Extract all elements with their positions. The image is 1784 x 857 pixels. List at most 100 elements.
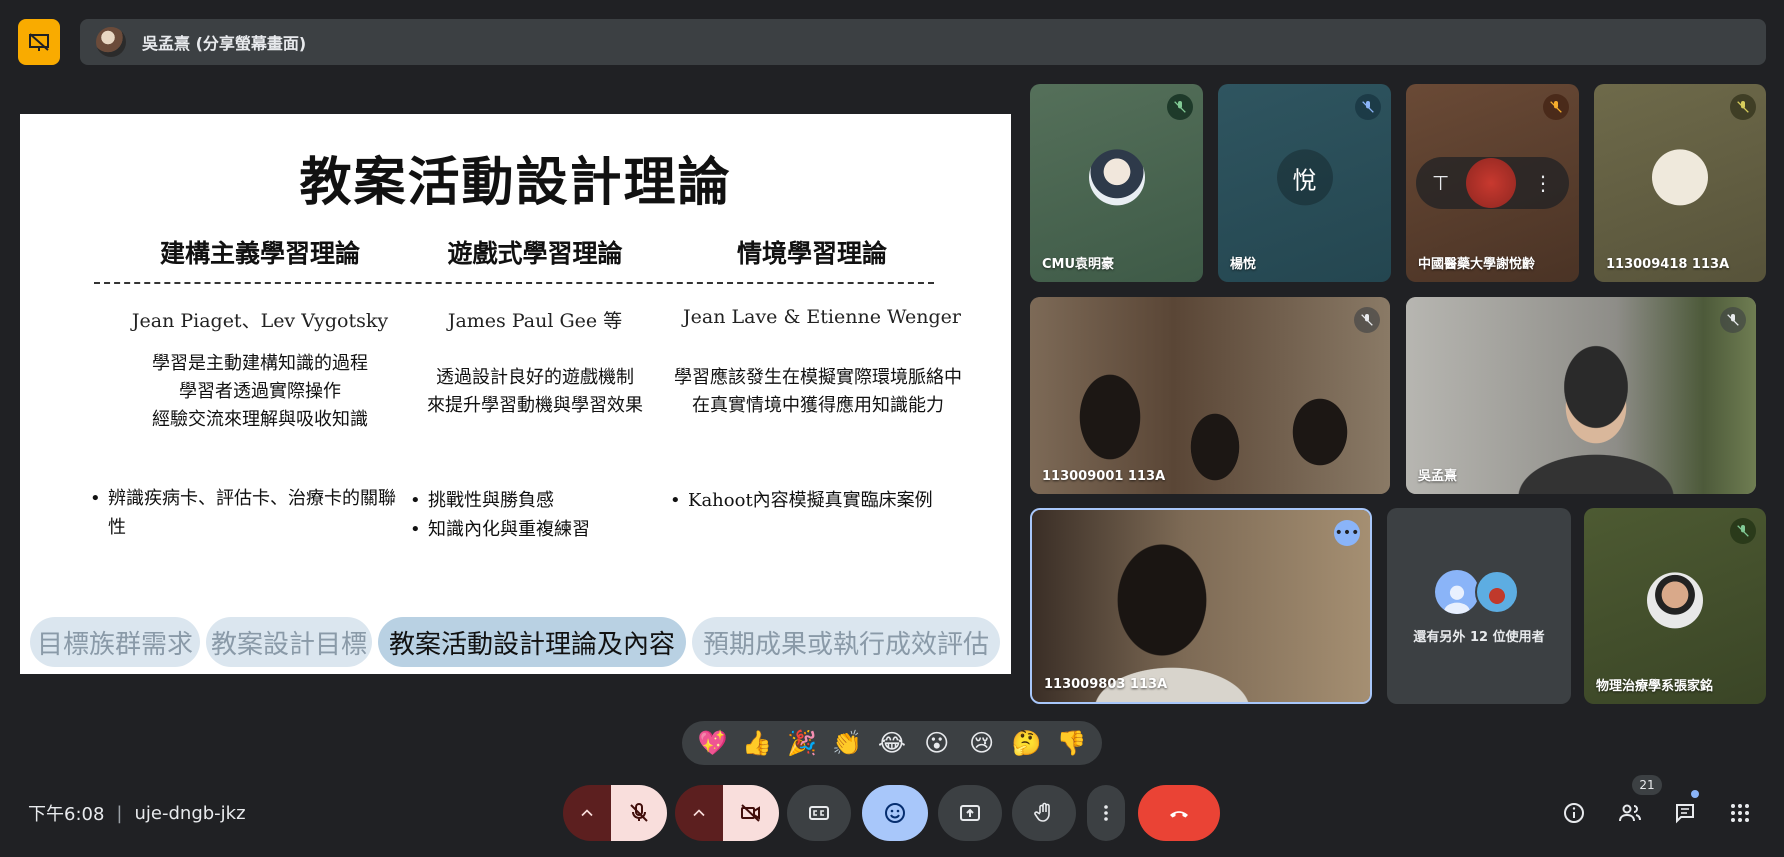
- mic-off-icon: [1730, 94, 1756, 120]
- chevron-up-icon[interactable]: [675, 785, 723, 841]
- participant-tile[interactable]: CMU袁明豪: [1030, 84, 1203, 282]
- reaction-clap[interactable]: 👏: [829, 729, 865, 757]
- bullets-situated-learning: Kahoot內容模擬真實臨床案例: [670, 486, 990, 515]
- camera-off-button[interactable]: [723, 785, 779, 841]
- list-item: Kahoot內容模擬真實臨床案例: [670, 486, 990, 515]
- chat-notification-dot: [1691, 790, 1699, 798]
- raise-hand-icon: [1034, 802, 1050, 822]
- shared-slide: 教案活動設計理論 建構主義學習理論 遊戲式學習理論 情境學習理論 Jean Pi…: [20, 114, 1011, 674]
- reaction-party[interactable]: 🎉: [784, 729, 820, 757]
- mic-off-button[interactable]: [611, 785, 667, 841]
- participant-name: 中國醫藥大學謝悅齡: [1418, 257, 1536, 272]
- pin-icon[interactable]: ⊤: [1432, 171, 1449, 195]
- meeting-details-button[interactable]: [1558, 797, 1590, 829]
- mic-off-icon: [630, 802, 648, 822]
- column-heading-constructivism: 建構主義學習理論: [159, 239, 360, 268]
- captions-button[interactable]: [787, 785, 851, 841]
- videocam-off-icon: [741, 804, 760, 822]
- mic-control: [563, 785, 667, 841]
- participant-name: 物理治療學系張家銘: [1596, 679, 1714, 694]
- mic-off-icon: [1355, 94, 1381, 120]
- desc-constructivism: 學習是主動建構知識的過程 學習者透過實際操作 經驗交流來理解與吸收知識: [152, 353, 368, 430]
- avatar: [1647, 572, 1703, 629]
- authors-game-learning: James Paul Gee 等: [447, 310, 623, 332]
- slide-section-nav: 目標族群需求 教案設計目標 教案活動設計理論及內容 預期成果或執行成效評估: [30, 617, 1000, 667]
- participant-count-badge: 21: [1632, 775, 1662, 795]
- chat-button[interactable]: [1669, 797, 1701, 829]
- leave-call-button[interactable]: [1138, 785, 1220, 841]
- presentation-off-icon[interactable]: [18, 19, 60, 65]
- more-options-button[interactable]: [1087, 785, 1125, 841]
- authors-situated-learning: Jean Lave & Etienne Wenger: [683, 306, 961, 328]
- chat-icon: [1676, 804, 1694, 824]
- more-vert-icon: [1104, 805, 1108, 821]
- reaction-surprised[interactable]: 😮: [919, 729, 955, 757]
- presenter-label: 吳孟熹 (分享螢幕畫面): [142, 34, 307, 53]
- reaction-laugh[interactable]: 😂: [874, 729, 910, 757]
- participant-tile[interactable]: 吳孟熹: [1406, 297, 1756, 494]
- section-pill-active: 教案活動設計理論及內容: [378, 617, 686, 667]
- list-item: 辨識疾病卡、評估卡、治療卡的關聯性: [90, 484, 400, 542]
- participant-tile[interactable]: 113009418 113A: [1594, 84, 1766, 282]
- camera-feed: [1032, 510, 1370, 702]
- reaction-heart[interactable]: 💖: [694, 729, 730, 757]
- avatar: [1466, 158, 1517, 208]
- participant-name: 吳孟熹: [1418, 469, 1458, 484]
- more-horiz-icon[interactable]: •••: [1334, 520, 1360, 546]
- reaction-thumbs-down[interactable]: 👎: [1053, 729, 1089, 757]
- divider: [94, 282, 934, 284]
- column-heading-situated-learning: 情境學習理論: [736, 239, 887, 268]
- people-button[interactable]: [1614, 797, 1646, 829]
- avatar: [1475, 570, 1519, 614]
- meeting-info: 下午6:08 | uje-dngb-jkz: [28, 800, 246, 826]
- activities-button[interactable]: [1724, 797, 1756, 829]
- participant-tile[interactable]: 物理治療學系張家銘: [1584, 508, 1766, 704]
- authors-constructivism: Jean Piaget、Lev Vygotsky: [131, 310, 389, 332]
- call-end-icon: [1170, 811, 1188, 818]
- chevron-up-icon[interactable]: [563, 785, 611, 841]
- others-tile[interactable]: 還有另外 12 位使用者: [1387, 508, 1571, 704]
- avatar: 悅: [1276, 149, 1333, 206]
- emoji-button[interactable]: [862, 785, 928, 841]
- participant-name: 楊悅: [1230, 257, 1257, 272]
- others-label: 還有另外 12 位使用者: [1413, 630, 1545, 645]
- mic-off-icon: [1167, 94, 1193, 120]
- participant-name: 113009803 113A: [1044, 677, 1168, 692]
- bullets-constructivism: 辨識疾病卡、評估卡、治療卡的關聯性: [90, 484, 400, 542]
- desc-situated-learning: 學習應該發生在模擬實際環境脈絡中 在真實情境中獲得應用知識能力: [674, 367, 962, 416]
- reaction-cry[interactable]: 😢: [964, 729, 1000, 757]
- raise-hand-button[interactable]: [1012, 785, 1076, 841]
- participant-name: 113009418 113A: [1606, 257, 1730, 272]
- presenter-avatar: [96, 27, 126, 57]
- mic-off-icon: [1730, 518, 1756, 544]
- bullets-game-learning: 挑戰性與勝負感 知識內化與重複練習: [410, 486, 670, 544]
- info-icon: [1564, 803, 1584, 823]
- reaction-thumbs-up[interactable]: 👍: [739, 729, 775, 757]
- avatar: [1652, 149, 1708, 206]
- column-heading-game-learning: 遊戲式學習理論: [447, 239, 623, 268]
- section-pill: 預期成果或執行成效評估: [692, 617, 1000, 667]
- section-pill: 目標族群需求: [30, 617, 200, 667]
- camera-control: [675, 785, 779, 841]
- participant-tile[interactable]: 113009001 113A: [1030, 297, 1390, 494]
- camera-feed: [1030, 297, 1390, 494]
- slide-title: 教案活動設計理論: [299, 152, 732, 213]
- participant-tile[interactable]: ••• 113009803 113A: [1030, 508, 1372, 704]
- meeting-code: uje-dngb-jkz: [134, 802, 246, 824]
- present-now-button[interactable]: [938, 785, 1002, 841]
- presenter-bar: 吳孟熹 (分享螢幕畫面): [80, 19, 1766, 65]
- participant-name: 113009001 113A: [1042, 469, 1166, 484]
- participant-tile[interactable]: ⊤ ⋮ 中國醫藥大學謝悅齡: [1406, 84, 1579, 282]
- participant-tile[interactable]: 悅 楊悅: [1218, 84, 1391, 282]
- avatar: [1088, 149, 1145, 206]
- list-item: 知識內化與重複練習: [410, 515, 670, 544]
- mic-off-icon: [1543, 94, 1569, 120]
- present-to-all-icon: [960, 805, 980, 821]
- list-item: 挑戰性與勝負感: [410, 486, 670, 515]
- mic-off-icon: [1354, 307, 1380, 333]
- camera-feed: [1406, 297, 1756, 494]
- meeting-time: 下午6:08: [28, 804, 105, 825]
- participant-name: CMU袁明豪: [1042, 257, 1115, 272]
- reaction-thinking[interactable]: 🤔: [1009, 729, 1045, 757]
- more-vert-icon[interactable]: ⋮: [1533, 171, 1553, 195]
